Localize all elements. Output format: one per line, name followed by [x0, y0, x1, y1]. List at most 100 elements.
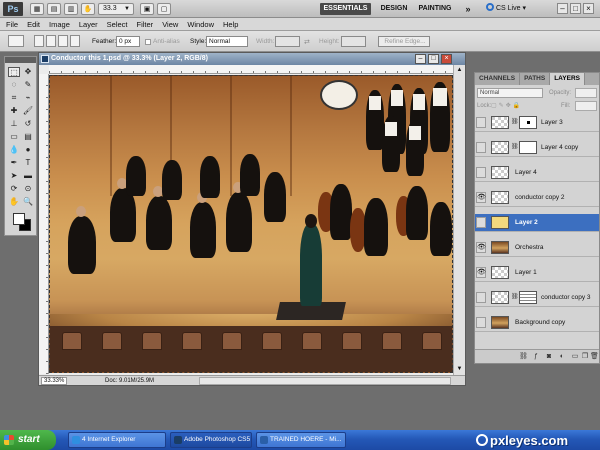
tab-layers[interactable]: LAYERS: [550, 73, 585, 85]
mask-link-icon[interactable]: ⛓: [511, 143, 519, 153]
visibility-eye-icon[interactable]: [476, 117, 486, 128]
add-mask-icon[interactable]: ◙: [545, 353, 553, 361]
layer-thumbnail[interactable]: [491, 141, 509, 154]
eyedropper-tool-icon[interactable]: ⌁: [22, 93, 34, 103]
minimize-icon[interactable]: –: [557, 3, 568, 14]
workspace-design[interactable]: DESIGN: [377, 3, 411, 15]
cs-live-button[interactable]: CS Live ▾: [486, 3, 538, 15]
layer-mask-thumbnail[interactable]: [519, 116, 537, 129]
blur-tool-icon[interactable]: 💧: [8, 145, 20, 155]
canvas-image[interactable]: [49, 75, 453, 373]
arrange-documents-icon[interactable]: ▣: [140, 3, 154, 15]
guides-icon[interactable]: ▥: [64, 3, 78, 15]
dodge-tool-icon[interactable]: ●: [22, 145, 34, 155]
lock-icons[interactable]: ▢✎✥🔒: [491, 102, 522, 109]
bridge-icon[interactable]: ▦: [30, 3, 44, 15]
workspace-essentials[interactable]: ESSENTIALS: [320, 3, 371, 15]
delete-layer-icon[interactable]: 🗑: [590, 353, 599, 361]
foreground-color-swatch[interactable]: [13, 213, 25, 225]
visibility-eye-icon[interactable]: [476, 142, 486, 153]
horizontal-scrollbar[interactable]: [199, 377, 451, 385]
quick-select-tool-icon[interactable]: ✎: [22, 80, 34, 90]
menu-window[interactable]: Window: [187, 18, 214, 30]
screen-mode-icon[interactable]: ▢: [157, 3, 171, 15]
more-workspaces-button[interactable]: »: [462, 3, 474, 15]
crop-tool-icon[interactable]: ⌗: [8, 93, 20, 103]
opacity-input[interactable]: [575, 88, 597, 98]
antialias-checkbox[interactable]: [145, 39, 151, 45]
3d-camera-tool-icon[interactable]: ⊙: [22, 184, 34, 194]
start-button[interactable]: start: [0, 430, 56, 450]
menu-select[interactable]: Select: [107, 18, 128, 30]
doc-maximize-icon[interactable]: □: [428, 54, 439, 64]
new-layer-icon[interactable]: ❐: [581, 353, 589, 361]
layer-thumbnail[interactable]: [491, 241, 509, 254]
menu-view[interactable]: View: [162, 18, 178, 30]
menu-file[interactable]: File: [6, 18, 18, 30]
blend-mode-select[interactable]: Normal: [477, 88, 543, 98]
ruler-horizontal[interactable]: [49, 65, 453, 74]
marquee-preset-icon[interactable]: [8, 35, 24, 47]
intersect-selection-icon[interactable]: [70, 35, 80, 47]
layer-thumbnail[interactable]: [491, 191, 509, 204]
maximize-icon[interactable]: □: [570, 3, 581, 14]
marquee-tool-icon[interactable]: ⬚: [8, 67, 20, 77]
new-group-icon[interactable]: ▭: [571, 353, 579, 361]
visibility-eye-icon[interactable]: [476, 292, 486, 303]
layer-thumbnail[interactable]: [491, 266, 509, 279]
close-icon[interactable]: ×: [583, 3, 594, 14]
layer-row[interactable]: 👁 Orchestra: [475, 239, 599, 257]
zoom-tool-icon[interactable]: 🔍: [22, 197, 34, 207]
subtract-selection-icon[interactable]: [58, 35, 68, 47]
doc-minimize-icon[interactable]: –: [415, 54, 426, 64]
visibility-eye-icon[interactable]: [476, 167, 486, 178]
document-title-bar[interactable]: Conductor this 1.psd @ 33.3% (Layer 2, R…: [39, 53, 465, 65]
menu-help[interactable]: Help: [223, 18, 238, 30]
adjustment-layer-icon[interactable]: ◐: [558, 353, 566, 361]
layer-thumbnail[interactable]: [491, 116, 509, 129]
swap-dimensions-icon[interactable]: ⇄: [304, 38, 310, 46]
ruler-vertical[interactable]: [39, 74, 49, 374]
link-layers-icon[interactable]: ⛓: [519, 353, 528, 361]
brush-tool-icon[interactable]: 🖌: [22, 106, 34, 116]
fill-input[interactable]: [575, 101, 597, 111]
doc-close-icon[interactable]: ×: [441, 54, 452, 64]
feather-input[interactable]: 0 px: [116, 36, 140, 47]
layer-thumbnail[interactable]: [491, 291, 509, 304]
menu-filter[interactable]: Filter: [137, 18, 154, 30]
hand-tool-icon[interactable]: ✋: [81, 3, 95, 15]
path-selection-tool-icon[interactable]: ➤: [8, 171, 20, 181]
layer-row[interactable]: ⛓ conductor copy 3: [475, 289, 599, 307]
pen-tool-icon[interactable]: ✒: [8, 158, 20, 168]
scroll-up-icon[interactable]: ▲: [455, 66, 464, 75]
refine-edge-button[interactable]: Refine Edge...: [378, 36, 430, 47]
document-size[interactable]: Doc: 9.01M/25.9M: [105, 376, 154, 386]
mask-link-icon[interactable]: ⛓: [511, 293, 519, 303]
visibility-eye-icon[interactable]: [476, 217, 486, 228]
vertical-scrollbar[interactable]: ▲ ▼: [453, 65, 465, 375]
visibility-eye-icon[interactable]: [476, 317, 486, 328]
mask-link-icon[interactable]: ⛓: [511, 118, 519, 128]
shape-tool-icon[interactable]: ▬: [22, 171, 34, 181]
layer-row[interactable]: 👁 conductor copy 2: [475, 189, 599, 207]
menu-image[interactable]: Image: [49, 18, 70, 30]
taskbar-item-photoshop[interactable]: Adobe Photoshop CS5: [170, 432, 252, 448]
scroll-down-icon[interactable]: ▼: [455, 365, 464, 374]
layer-row[interactable]: Layer 2: [475, 214, 599, 232]
eraser-tool-icon[interactable]: ▭: [8, 132, 20, 142]
add-selection-icon[interactable]: [46, 35, 56, 47]
gradient-tool-icon[interactable]: ▤: [22, 132, 34, 142]
healing-brush-tool-icon[interactable]: ✚: [8, 106, 20, 116]
layer-row[interactable]: 👁 Layer 1: [475, 264, 599, 282]
zoom-field[interactable]: 33.33%: [41, 377, 67, 385]
layer-row[interactable]: Layer 4: [475, 164, 599, 182]
move-tool-icon[interactable]: ✥: [22, 67, 34, 77]
menu-layer[interactable]: Layer: [79, 18, 98, 30]
style-select[interactable]: Normal: [206, 36, 248, 47]
tools-panel-header[interactable]: [5, 57, 36, 63]
height-input[interactable]: [341, 36, 366, 47]
new-selection-icon[interactable]: [34, 35, 44, 47]
layer-style-icon[interactable]: ƒ: [532, 353, 540, 361]
layer-thumbnail[interactable]: [491, 316, 509, 329]
mini-bridge-icon[interactable]: ▤: [47, 3, 61, 15]
